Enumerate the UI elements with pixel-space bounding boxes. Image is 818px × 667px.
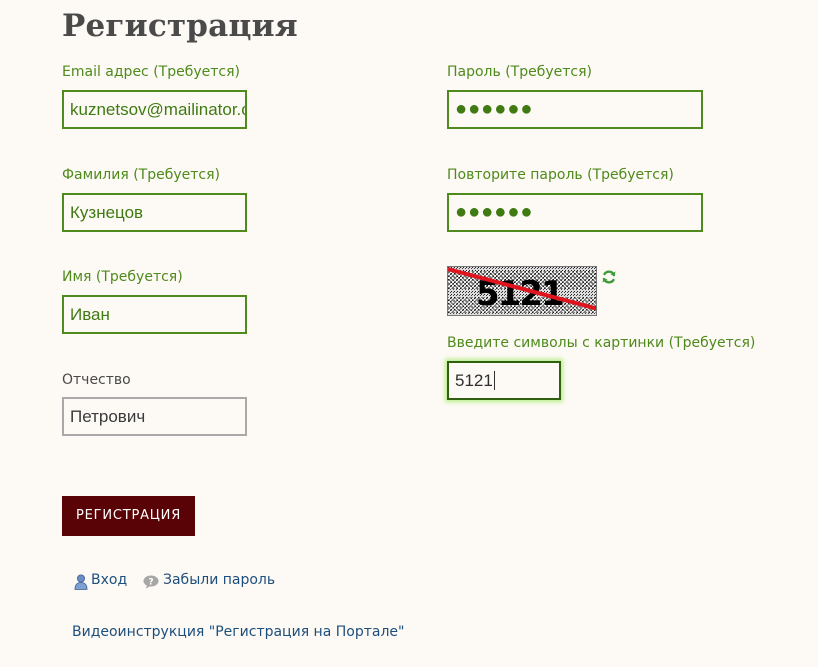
page-title: Регистрация xyxy=(62,8,298,44)
user-icon xyxy=(74,574,88,595)
password-repeat-value: ●●●●●● xyxy=(455,201,534,223)
register-button[interactable]: РЕГИСТРАЦИЯ xyxy=(62,496,195,536)
email-field[interactable]: kuznetsov@mailinator.com xyxy=(62,90,247,129)
video-instruction-link[interactable]: Видеоинструкция "Регистрация на Портале" xyxy=(72,624,404,640)
refresh-icon[interactable] xyxy=(601,269,617,285)
password-value: ●●●●●● xyxy=(455,98,534,120)
password-repeat-label: Повторите пароль (Требуется) xyxy=(447,167,674,183)
captcha-noise-graphic: 5121 xyxy=(448,267,596,315)
captcha-input-value: 5121 xyxy=(455,371,493,390)
last-name-label: Фамилия (Требуется) xyxy=(62,167,220,183)
login-link[interactable]: Вход xyxy=(91,572,127,588)
middle-name-field[interactable]: Петрович xyxy=(62,397,247,436)
password-repeat-field[interactable]: ●●●●●● xyxy=(447,193,703,232)
first-name-label: Имя (Требуется) xyxy=(62,269,183,285)
email-label: Email адрес (Требуется) xyxy=(62,64,240,80)
captcha-label: Введите символы с картинки (Требуется) xyxy=(447,335,756,351)
captcha-image: 5121 xyxy=(447,266,597,316)
middle-name-label: Отчество xyxy=(62,372,131,388)
text-caret xyxy=(493,370,495,390)
first-name-field[interactable]: Иван xyxy=(62,295,247,334)
last-name-field[interactable]: Кузнецов xyxy=(62,193,247,232)
password-label: Пароль (Требуется) xyxy=(447,64,592,80)
question-bubble-icon: ? xyxy=(143,575,159,594)
password-field[interactable]: ●●●●●● xyxy=(447,90,703,129)
forgot-password-link[interactable]: Забыли пароль xyxy=(163,572,275,588)
svg-text:?: ? xyxy=(148,578,153,588)
captcha-input[interactable]: 5121 xyxy=(447,361,561,400)
